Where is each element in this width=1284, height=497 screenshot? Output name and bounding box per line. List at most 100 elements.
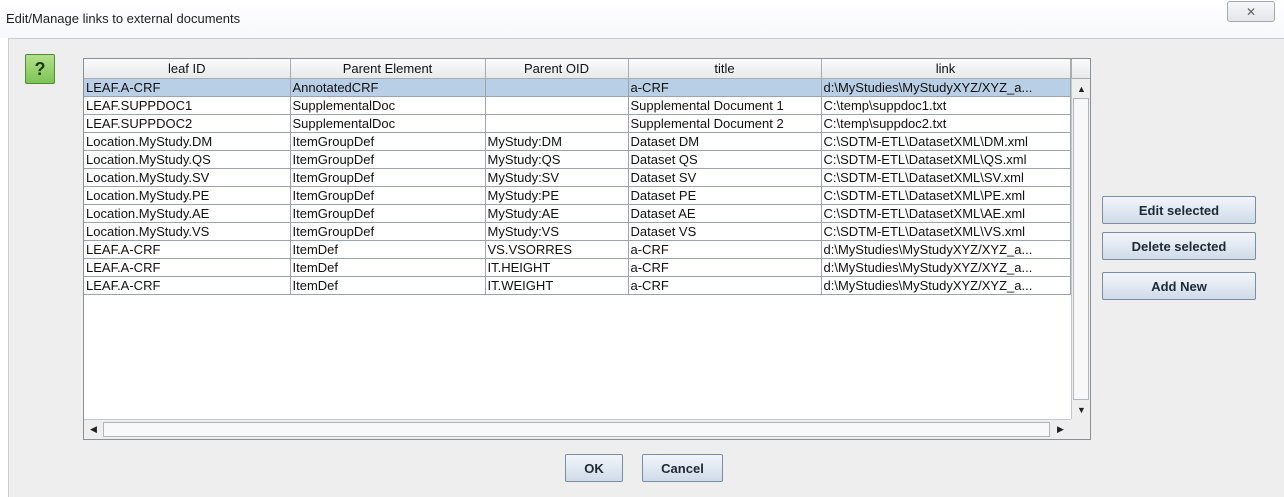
- horizontal-scrollbar[interactable]: ◀ ▶: [84, 419, 1071, 439]
- links-table-panel: leaf ID Parent Element Parent OID title …: [83, 58, 1091, 440]
- column-header-parent-oid[interactable]: Parent OID: [485, 59, 629, 79]
- cell-link[interactable]: d:\MyStudies\MyStudyXYZ/XYZ_a...: [821, 276, 1071, 295]
- cell-link[interactable]: C:\temp\suppdoc1.txt: [821, 96, 1071, 115]
- cell-parent-element[interactable]: ItemDef: [290, 258, 486, 277]
- cell-link[interactable]: C:\SDTM-ETL\DatasetXML\VS.xml: [821, 222, 1071, 241]
- cell-link[interactable]: d:\MyStudies\MyStudyXYZ/XYZ_a...: [821, 78, 1071, 97]
- cell-parent-element[interactable]: AnnotatedCRF: [290, 78, 486, 97]
- cell-title[interactable]: a-CRF: [628, 258, 822, 277]
- table-row[interactable]: Location.MyStudy.DM ItemGroupDef MyStudy:D…: [84, 132, 1071, 151]
- table-row[interactable]: LEAF.A-CRF ItemDef VS.VSORRES a-CRF d:\MyStu…: [84, 240, 1071, 259]
- window-title: Edit/Manage links to external documents: [6, 11, 241, 26]
- cell-leaf-id[interactable]: LEAF.SUPPDOC2: [84, 114, 291, 133]
- horizontal-scroll-thumb[interactable]: [103, 422, 1050, 437]
- table-row[interactable]: LEAF.SUPPDOC2 SupplementalDoc Supplemental…: [84, 114, 1071, 133]
- table-row[interactable]: LEAF.A-CRF ItemDef IT.HEIGHT a-CRF d:\MyStud…: [84, 258, 1071, 277]
- cell-leaf-id[interactable]: LEAF.A-CRF: [84, 240, 291, 259]
- cell-parent-element[interactable]: SupplementalDoc: [290, 114, 486, 133]
- table-row[interactable]: Location.MyStudy.AE ItemGroupDef MyStudy:A…: [84, 204, 1071, 223]
- cell-title[interactable]: a-CRF: [628, 240, 822, 259]
- cell-leaf-id[interactable]: LEAF.SUPPDOC1: [84, 96, 291, 115]
- cell-link[interactable]: d:\MyStudies\MyStudyXYZ/XYZ_a...: [821, 258, 1071, 277]
- close-button[interactable]: ✕: [1227, 1, 1275, 22]
- scroll-down-icon[interactable]: ▼: [1073, 401, 1090, 418]
- cell-title[interactable]: a-CRF: [628, 78, 822, 97]
- cell-title[interactable]: a-CRF: [628, 276, 822, 295]
- cell-parent-oid[interactable]: IT.HEIGHT: [485, 258, 629, 277]
- cell-title[interactable]: Dataset AE: [628, 204, 822, 223]
- cell-leaf-id[interactable]: Location.MyStudy.PE: [84, 186, 291, 205]
- links-table: leaf ID Parent Element Parent OID title …: [84, 59, 1071, 295]
- cell-link[interactable]: C:\SDTM-ETL\DatasetXML\AE.xml: [821, 204, 1071, 223]
- cell-parent-oid[interactable]: MyStudy:AE: [485, 204, 629, 223]
- cell-title[interactable]: Dataset DM: [628, 132, 822, 151]
- cell-parent-oid[interactable]: MyStudy:QS: [485, 150, 629, 169]
- table-row[interactable]: Location.MyStudy.SV ItemGroupDef MyStudy:S…: [84, 168, 1071, 187]
- cell-title[interactable]: Dataset PE: [628, 186, 822, 205]
- scroll-left-icon[interactable]: ◀: [85, 421, 102, 438]
- column-header-title[interactable]: title: [628, 59, 822, 79]
- cell-leaf-id[interactable]: LEAF.A-CRF: [84, 258, 291, 277]
- cell-parent-element[interactable]: ItemGroupDef: [290, 204, 486, 223]
- table-body: LEAF.A-CRF AnnotatedCRF a-CRF d:\MyStudies\…: [84, 78, 1071, 295]
- cell-leaf-id[interactable]: Location.MyStudy.AE: [84, 204, 291, 223]
- vertical-scroll-thumb[interactable]: [1073, 98, 1089, 400]
- add-new-button[interactable]: Add New: [1102, 272, 1256, 300]
- table-row[interactable]: Location.MyStudy.VS ItemGroupDef MyStudy:V…: [84, 222, 1071, 241]
- scroll-right-icon[interactable]: ▶: [1052, 421, 1069, 438]
- vertical-scrollbar[interactable]: ▲ ▼: [1071, 79, 1090, 419]
- cell-parent-oid[interactable]: VS.VSORRES: [485, 240, 629, 259]
- cell-parent-element[interactable]: ItemDef: [290, 276, 486, 295]
- table-row[interactable]: Location.MyStudy.PE ItemGroupDef MyStudy:P…: [84, 186, 1071, 205]
- cell-title[interactable]: Supplemental Document 1: [628, 96, 822, 115]
- cell-title[interactable]: Dataset VS: [628, 222, 822, 241]
- cell-parent-oid[interactable]: [485, 78, 629, 97]
- cell-title[interactable]: Dataset QS: [628, 150, 822, 169]
- cell-title[interactable]: Dataset SV: [628, 168, 822, 187]
- cell-parent-element[interactable]: ItemGroupDef: [290, 132, 486, 151]
- dialog-content: ? leaf ID Parent Element Parent OID titl…: [8, 38, 1284, 497]
- cell-leaf-id[interactable]: Location.MyStudy.QS: [84, 150, 291, 169]
- cell-parent-oid[interactable]: MyStudy:DM: [485, 132, 629, 151]
- scroll-up-icon[interactable]: ▲: [1073, 80, 1090, 97]
- cell-link[interactable]: d:\MyStudies\MyStudyXYZ/XYZ_a...: [821, 240, 1071, 259]
- cell-parent-oid[interactable]: [485, 114, 629, 133]
- cell-parent-element[interactable]: ItemDef: [290, 240, 486, 259]
- cell-parent-element[interactable]: ItemGroupDef: [290, 186, 486, 205]
- cell-link[interactable]: C:\SDTM-ETL\DatasetXML\QS.xml: [821, 150, 1071, 169]
- title-bar: Edit/Manage links to external documents …: [0, 0, 1284, 38]
- column-header-parent-element[interactable]: Parent Element: [290, 59, 486, 79]
- cancel-button[interactable]: Cancel: [642, 454, 723, 482]
- delete-selected-button[interactable]: Delete selected: [1102, 232, 1256, 260]
- cell-parent-oid[interactable]: [485, 96, 629, 115]
- column-header-leaf-id[interactable]: leaf ID: [84, 59, 291, 79]
- cell-link[interactable]: C:\SDTM-ETL\DatasetXML\DM.xml: [821, 132, 1071, 151]
- table-row[interactable]: LEAF.A-CRF AnnotatedCRF a-CRF d:\MyStudies\…: [84, 78, 1071, 97]
- edit-selected-button[interactable]: Edit selected: [1102, 196, 1256, 224]
- ok-button[interactable]: OK: [565, 454, 623, 482]
- cell-link[interactable]: C:\SDTM-ETL\DatasetXML\SV.xml: [821, 168, 1071, 187]
- table-row[interactable]: Location.MyStudy.QS ItemGroupDef MyStudy:Q…: [84, 150, 1071, 169]
- cell-parent-element[interactable]: ItemGroupDef: [290, 222, 486, 241]
- help-icon: ?: [34, 58, 46, 79]
- cell-leaf-id[interactable]: Location.MyStudy.VS: [84, 222, 291, 241]
- help-button[interactable]: ?: [25, 54, 55, 84]
- cell-parent-element[interactable]: SupplementalDoc: [290, 96, 486, 115]
- table-row[interactable]: LEAF.SUPPDOC1 SupplementalDoc Supplemental…: [84, 96, 1071, 115]
- cell-leaf-id[interactable]: Location.MyStudy.SV: [84, 168, 291, 187]
- table-header-row: leaf ID Parent Element Parent OID title …: [84, 59, 1071, 79]
- column-header-link[interactable]: link: [821, 59, 1071, 79]
- cell-parent-oid[interactable]: IT.WEIGHT: [485, 276, 629, 295]
- cell-parent-oid[interactable]: MyStudy:PE: [485, 186, 629, 205]
- table-row[interactable]: LEAF.A-CRF ItemDef IT.WEIGHT a-CRF d:\MyStud…: [84, 276, 1071, 295]
- cell-parent-element[interactable]: ItemGroupDef: [290, 168, 486, 187]
- cell-leaf-id[interactable]: LEAF.A-CRF: [84, 78, 291, 97]
- cell-title[interactable]: Supplemental Document 2: [628, 114, 822, 133]
- cell-parent-oid[interactable]: MyStudy:VS: [485, 222, 629, 241]
- cell-link[interactable]: C:\temp\suppdoc2.txt: [821, 114, 1071, 133]
- cell-parent-oid[interactable]: MyStudy:SV: [485, 168, 629, 187]
- cell-parent-element[interactable]: ItemGroupDef: [290, 150, 486, 169]
- cell-leaf-id[interactable]: Location.MyStudy.DM: [84, 132, 291, 151]
- cell-link[interactable]: C:\SDTM-ETL\DatasetXML\PE.xml: [821, 186, 1071, 205]
- cell-leaf-id[interactable]: LEAF.A-CRF: [84, 276, 291, 295]
